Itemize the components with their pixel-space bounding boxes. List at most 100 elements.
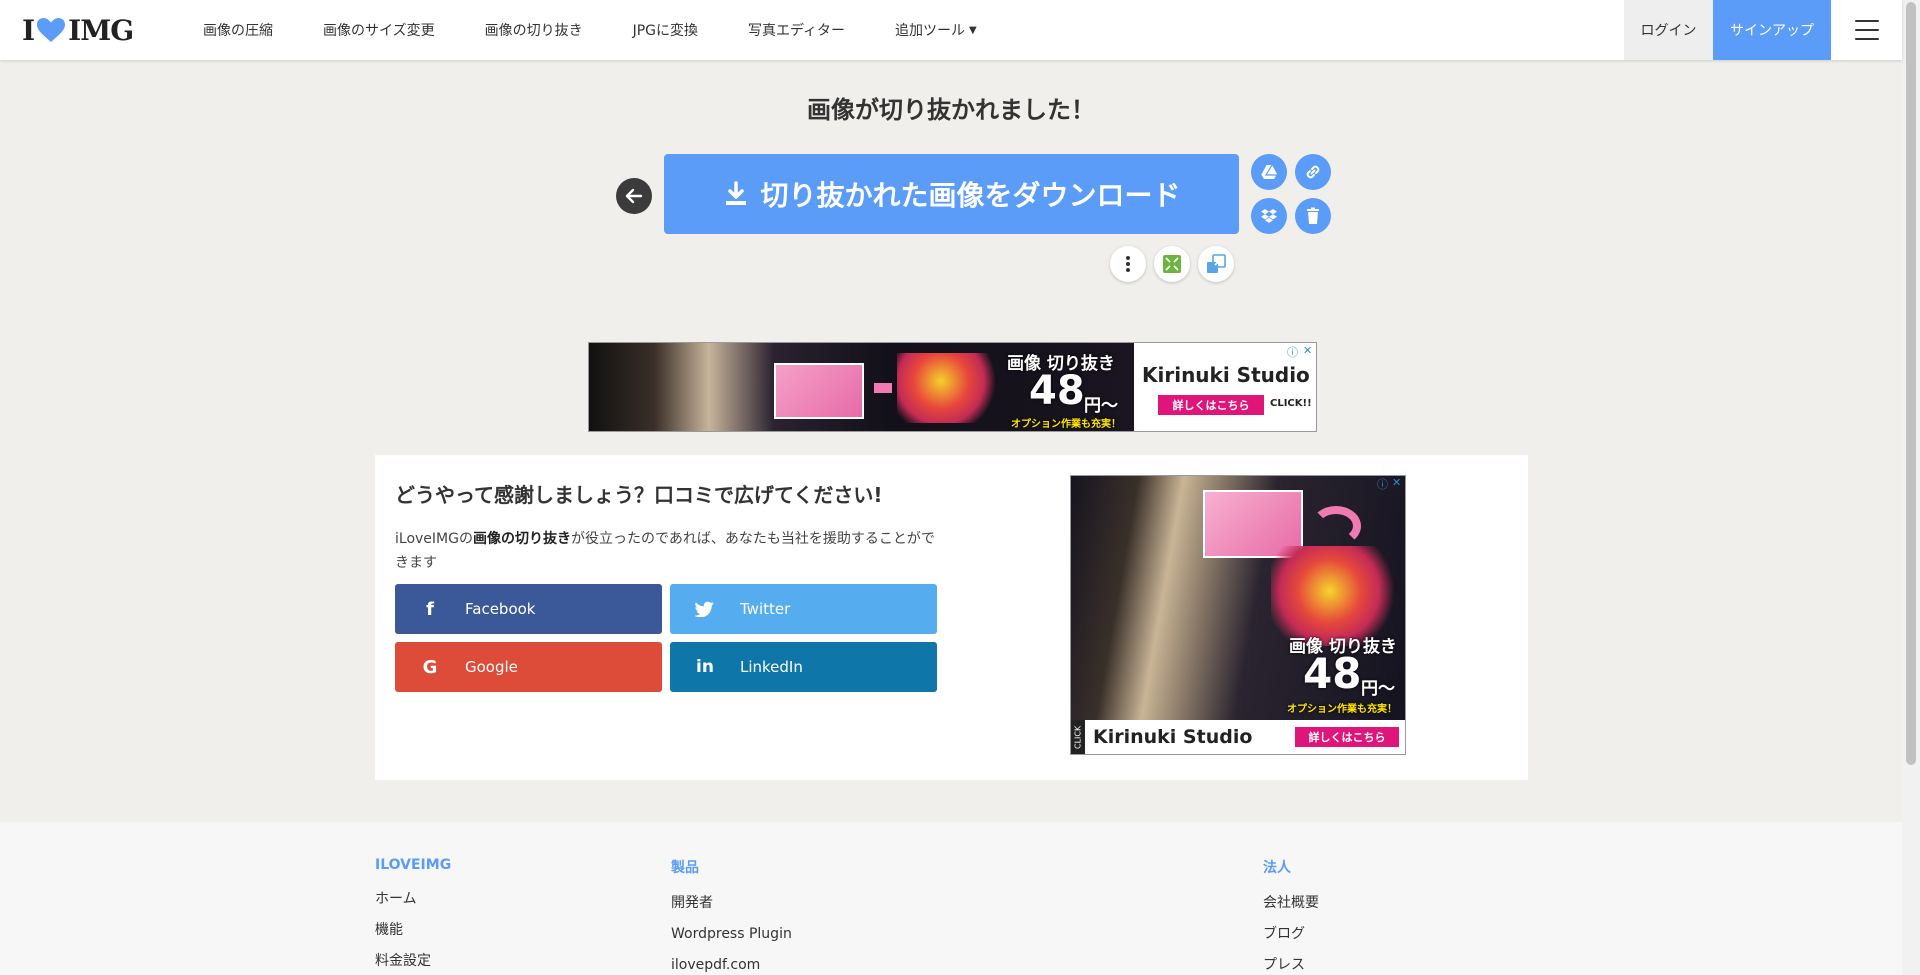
logo-text-img: IMG	[68, 13, 134, 47]
nav-label: JPGに変換	[632, 23, 699, 39]
ad-square-brand: Kirinuki Studio	[1093, 726, 1253, 748]
ad-square-arrow	[1311, 506, 1361, 546]
ad-flower-before	[774, 363, 864, 419]
compress-tool-button[interactable]	[1154, 246, 1190, 282]
desc-bold: 画像の切り抜き	[472, 531, 571, 547]
share-link-button[interactable]	[1295, 154, 1331, 190]
link-icon	[1306, 165, 1320, 179]
ad-price-unit: 円〜	[1084, 396, 1118, 416]
download-button[interactable]: 切り抜かれた画像をダウンロード	[664, 154, 1239, 234]
linkedin-share-button[interactable]: in LinkedIn	[670, 642, 937, 692]
footer-heading: ILOVEIMG	[375, 857, 452, 873]
linkedin-label: LinkedIn	[740, 658, 803, 676]
footer-link-home[interactable]: ホーム	[375, 887, 451, 918]
facebook-icon: f	[426, 598, 434, 620]
footer-link-features[interactable]: 機能	[375, 918, 451, 949]
nav-label: 写真エディター	[748, 23, 846, 39]
page-scrollbar[interactable]	[1902, 0, 1920, 975]
footer-link-about[interactable]: 会社概要	[1263, 891, 1319, 922]
nav-convert-jpg[interactable]: JPGに変換	[608, 20, 723, 40]
hamburger-menu-icon[interactable]	[1855, 20, 1879, 40]
ad-flower-after	[897, 353, 1007, 423]
google-share-button[interactable]: G Google	[395, 642, 662, 692]
nav-label: 画像の圧縮	[203, 23, 273, 39]
ad-square[interactable]: 画像 切り抜き 48 円〜 オプション作業も充実！ CLICK Kirinuki…	[1070, 475, 1406, 755]
signup-button[interactable]: サインアップ	[1713, 0, 1831, 60]
nav-compress[interactable]: 画像の圧縮	[178, 20, 298, 40]
footer-link-wordpress[interactable]: Wordpress Plugin	[671, 922, 792, 953]
google-label: Google	[465, 658, 518, 676]
caret-down-icon: ▼	[969, 24, 977, 36]
download-icon	[726, 181, 747, 205]
nav-resize[interactable]: 画像のサイズ変更	[298, 20, 460, 40]
google-drive-button[interactable]	[1251, 154, 1287, 190]
ad-square-price-unit: 円〜	[1361, 679, 1395, 699]
footer-link-developers[interactable]: 開発者	[671, 891, 792, 922]
footer-link-press[interactable]: プレス	[1263, 953, 1319, 975]
main-nav: 画像の圧縮 画像のサイズ変更 画像の切り抜き JPGに変換 写真エディター 追加…	[178, 0, 1002, 60]
nav-label: 追加ツール	[895, 23, 966, 39]
ad-square-info-icon[interactable]: ⓘ	[1377, 476, 1388, 492]
twitter-share-button[interactable]: Twitter	[670, 584, 937, 634]
footer-col-company: 法人 会社概要 ブログ プレス	[1263, 857, 1319, 975]
footer-col-iloveimg: ILOVEIMG ホーム 機能 料金設定	[375, 857, 451, 975]
ad-square-note: オプション作業も充実！	[1287, 704, 1397, 715]
footer-link-ilovepdf[interactable]: ilovepdf.com	[671, 953, 792, 975]
more-options-button[interactable]	[1110, 246, 1146, 282]
desc-prefix: iLoveIMGの	[395, 531, 473, 547]
nav-photo-editor[interactable]: 写真エディター	[723, 20, 870, 40]
nav-label: 画像の切り抜き	[484, 23, 583, 39]
login-button[interactable]: ログイン	[1624, 0, 1713, 60]
heart-icon	[37, 18, 66, 42]
ad-arrow	[874, 383, 892, 393]
facebook-share-button[interactable]: f Facebook	[395, 584, 662, 634]
iloveimg-logo[interactable]: I IMG	[22, 13, 134, 47]
logo-text-i: I	[22, 13, 35, 47]
more-vert-icon	[1126, 256, 1130, 272]
ad-banner[interactable]: 画像 切り抜き 48 円〜 オプション作業も充実！ Kirinuki Studi…	[588, 342, 1317, 432]
ad-info-icon[interactable]: ⓘ	[1287, 344, 1298, 360]
google-icon: G	[422, 656, 438, 678]
ad-click-label: CLICK!!	[1270, 398, 1312, 409]
nav-label: 画像のサイズ変更	[323, 23, 435, 39]
footer-link-pricing[interactable]: 料金設定	[375, 949, 451, 975]
trash-icon	[1307, 207, 1319, 224]
resize-icon	[1207, 254, 1226, 273]
nav-crop[interactable]: 画像の切り抜き	[460, 20, 608, 40]
ad-square-flowers	[1271, 546, 1401, 646]
ad-price: 48	[1029, 368, 1085, 414]
facebook-label: Facebook	[465, 600, 536, 618]
ad-note: オプション作業も充実！	[1011, 419, 1121, 430]
ad-square-footer: CLICK Kirinuki Studio 詳しくはこちら	[1071, 720, 1405, 754]
resize-tool-button[interactable]	[1198, 246, 1234, 282]
arrow-left-icon	[625, 188, 643, 204]
page-title: 画像が切り抜かれました！	[807, 96, 1095, 124]
google-drive-icon	[1260, 164, 1277, 179]
download-label: 切り抜かれた画像をダウンロード	[760, 179, 1181, 212]
share-title: どうやって感謝しましょう？口コミで広げてください!	[395, 483, 883, 507]
delete-button[interactable]	[1295, 198, 1331, 234]
share-description: iLoveIMGの画像の切り抜きが役立ったのであれば、あなたも当社を援助すること…	[395, 527, 940, 575]
ad-close-icon[interactable]: ✕	[1303, 344, 1312, 357]
footer-col-products: 製品 開発者 Wordpress Plugin ilovepdf.com	[671, 857, 792, 975]
linkedin-icon: in	[696, 657, 714, 677]
top-header: I IMG 画像の圧縮 画像のサイズ変更 画像の切り抜き JPGに変換 写真エデ…	[0, 0, 1902, 60]
twitter-label: Twitter	[740, 600, 791, 618]
back-button[interactable]	[616, 178, 652, 214]
ad-square-close-icon[interactable]: ✕	[1392, 476, 1401, 489]
dropbox-button[interactable]	[1251, 198, 1287, 234]
ad-square-cta-button[interactable]: 詳しくはこちら	[1295, 727, 1399, 747]
footer-heading: 製品	[671, 860, 699, 876]
ad-square-click: CLICK	[1071, 720, 1085, 754]
ad-cta-button[interactable]: 詳しくはこちら	[1158, 395, 1264, 415]
twitter-icon	[690, 601, 720, 617]
footer-link-blog[interactable]: ブログ	[1263, 922, 1319, 953]
compress-icon	[1163, 255, 1181, 273]
dropbox-icon	[1261, 209, 1277, 223]
ad-square-price: 48	[1303, 649, 1362, 698]
nav-more-tools[interactable]: 追加ツール ▼	[870, 20, 1002, 40]
scrollbar-thumb[interactable]	[1906, 2, 1916, 765]
share-card: どうやって感謝しましょう？口コミで広げてください! iLoveIMGの画像の切り…	[375, 455, 1528, 780]
footer: ILOVEIMG ホーム 機能 料金設定 製品 開発者 Wordpress Pl…	[0, 822, 1902, 975]
ad-brand: Kirinuki Studio	[1142, 363, 1310, 387]
